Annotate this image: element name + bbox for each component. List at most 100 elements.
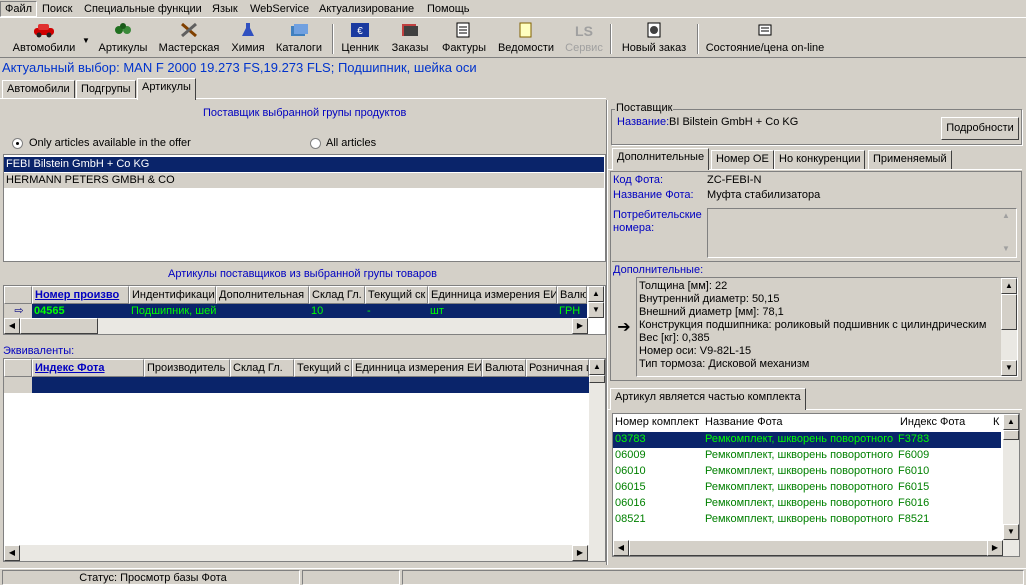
scroll-up-icon[interactable]: ▲ [1002, 211, 1010, 220]
scroll-down-icon[interactable]: ▼ [1002, 244, 1010, 253]
workshop-button[interactable]: Мастерская [155, 22, 223, 56]
table-row[interactable]: 06015 Ремкомплект, шкворень поворотного … [613, 480, 1001, 496]
service-button[interactable]: LS Сервис [562, 22, 606, 56]
scroll-thumb[interactable] [1003, 430, 1019, 440]
tab-additional[interactable]: Дополнительные [612, 148, 710, 170]
column-header[interactable]: Дополнительная [216, 286, 309, 304]
kit-vscrollbar[interactable]: ▲ ▼ [1003, 414, 1019, 540]
tab-applicable[interactable]: Применяемый [868, 150, 952, 169]
scroll-thumb[interactable] [629, 540, 989, 556]
articles-vscrollbar[interactable]: ▲ ▼ [588, 286, 604, 318]
scroll-right-icon[interactable]: ▶ [572, 545, 588, 561]
scroll-left-icon[interactable]: ◀ [613, 540, 629, 556]
scroll-right-icon[interactable]: ▶ [987, 540, 1003, 556]
column-header[interactable]: К [991, 414, 1003, 432]
scroll-thumb[interactable] [1001, 294, 1017, 330]
table-row[interactable]: 03783 Ремкомплект, шкворень поворотного … [613, 432, 1001, 448]
menu-language[interactable]: Язык [208, 1, 242, 17]
supplier-item[interactable]: HERMANN PETERS GMBH & CO [4, 173, 604, 188]
column-header[interactable]: Номер комплект [613, 414, 703, 432]
additional-vscrollbar[interactable]: ▲ ▼ [1001, 278, 1017, 376]
equivalents-hscrollbar[interactable]: ◀ ▶ [4, 545, 605, 561]
supplier-item[interactable]: FEBI Bilstein GmbH + Co KG [4, 157, 604, 172]
menu-special-functions[interactable]: Специальные функции [80, 1, 206, 17]
table-row[interactable]: 06010 Ремкомплект, шкворень поворотного … [613, 464, 1001, 480]
cars-dropdown-icon[interactable]: ▼ [82, 36, 90, 45]
tab-competition[interactable]: Но конкуренции [774, 150, 866, 169]
articles-grid: Номер произво Индентификаци Дополнительн… [3, 285, 606, 335]
column-header[interactable]: Розничная ц [526, 359, 589, 377]
table-row[interactable] [4, 377, 589, 393]
table-row[interactable]: 08521 Ремкомплект, шкворень поворотного … [613, 512, 1001, 528]
tab-articles[interactable]: Артикулы [137, 78, 196, 100]
invoices-button[interactable]: Фактуры [438, 22, 490, 56]
scroll-up-icon[interactable]: ▲ [1001, 278, 1017, 294]
new-order-button[interactable]: Новый заказ [616, 22, 692, 56]
state-price-icon [703, 22, 827, 42]
table-row[interactable]: 06016 Ремкомплект, шкворень поворотного … [613, 496, 1001, 512]
consumer-numbers-field[interactable]: ▲ ▼ [707, 208, 1017, 258]
column-header[interactable]: Номер произво [32, 286, 129, 304]
orders-label: Заказы [391, 42, 429, 54]
scroll-down-icon[interactable]: ▼ [1003, 524, 1019, 540]
column-header[interactable]: Текущий с [294, 359, 352, 377]
expand-arrow-icon[interactable]: ➔ [612, 278, 636, 378]
menu-file[interactable]: Файл [0, 1, 38, 17]
scroll-up-icon[interactable]: ▲ [1003, 414, 1019, 430]
chemistry-button[interactable]: Химия [226, 22, 270, 56]
column-header[interactable]: Индентификаци [129, 286, 216, 304]
column-header[interactable]: Производитель [144, 359, 230, 377]
column-header[interactable]: Валют [557, 286, 587, 304]
tab-kit[interactable]: Артикул является частью комплекта [610, 388, 806, 410]
equivalents-vscrollbar[interactable]: ▲ [589, 359, 605, 545]
column-header[interactable]: Индекс Фота [898, 414, 991, 432]
column-header[interactable]: Индекс Фота [32, 359, 144, 377]
kit-hscrollbar[interactable]: ◀ ▶ [613, 540, 1019, 556]
scroll-thumb[interactable] [20, 318, 98, 334]
kit-index: F3783 [898, 433, 930, 445]
articles-button[interactable]: Артикулы [94, 22, 152, 56]
scroll-up-icon[interactable]: ▲ [589, 359, 605, 375]
cell-main-stock: 10 [311, 305, 324, 317]
tab-oe-number[interactable]: Номер OE [711, 150, 774, 169]
details-button[interactable]: Подробности [941, 117, 1019, 140]
column-header[interactable]: Единница измерения ЕИ [352, 359, 482, 377]
menu-search[interactable]: Поиск [38, 1, 76, 17]
column-header[interactable]: Название Фота [703, 414, 896, 432]
radio-available-articles[interactable] [12, 138, 23, 149]
scroll-down-icon[interactable]: ▼ [588, 302, 604, 318]
orders-icon [388, 22, 432, 42]
table-row[interactable]: ⇨ 04565 Подшипник, шей 10 - шт ГРН [4, 304, 587, 319]
panel-splitter[interactable] [606, 100, 608, 565]
chemistry-label: Химия [231, 42, 265, 54]
statements-button[interactable]: Ведомости [495, 22, 557, 56]
column-header[interactable]: Текущий ск [365, 286, 428, 304]
scroll-right-icon[interactable]: ▶ [572, 318, 588, 334]
articles-hscrollbar[interactable]: ◀ ▶ [4, 318, 588, 334]
tab-cars[interactable]: Автомобили [2, 80, 75, 99]
menu-update[interactable]: Актуализирование [315, 1, 418, 17]
row-pointer-icon: ⇨ [4, 304, 32, 319]
orders-button[interactable]: Заказы [388, 22, 432, 56]
scroll-left-icon[interactable]: ◀ [4, 545, 20, 561]
tab-subgroups[interactable]: Подгрупы [76, 80, 136, 99]
scroll-left-icon[interactable]: ◀ [4, 318, 20, 334]
pricelist-button[interactable]: € Ценник [338, 22, 382, 56]
menu-help[interactable]: Помощь [423, 1, 474, 17]
cars-button[interactable]: Автомобили [8, 22, 80, 56]
menu-webservice[interactable]: WebService [246, 1, 313, 17]
scroll-thumb[interactable] [589, 375, 605, 383]
state-price-button[interactable]: Состояние/цена on-line [703, 22, 827, 56]
catalogs-button[interactable]: Каталоги [273, 22, 325, 56]
column-header[interactable]: Валюта [482, 359, 526, 377]
column-header[interactable]: Единница измерения ЕИ [428, 286, 557, 304]
radio-all-articles[interactable] [310, 138, 321, 149]
scroll-up-icon[interactable]: ▲ [588, 286, 604, 302]
kit-index: F6010 [898, 465, 930, 477]
column-header[interactable]: Склад Гл. [230, 359, 294, 377]
scroll-down-icon[interactable]: ▼ [1001, 360, 1017, 376]
additional-label: Дополнительные: [613, 264, 704, 276]
column-header[interactable]: Склад Гл. [309, 286, 365, 304]
table-row[interactable]: 06009 Ремкомплект, шкворень поворотного … [613, 448, 1001, 464]
kit-index: F6015 [898, 481, 930, 493]
